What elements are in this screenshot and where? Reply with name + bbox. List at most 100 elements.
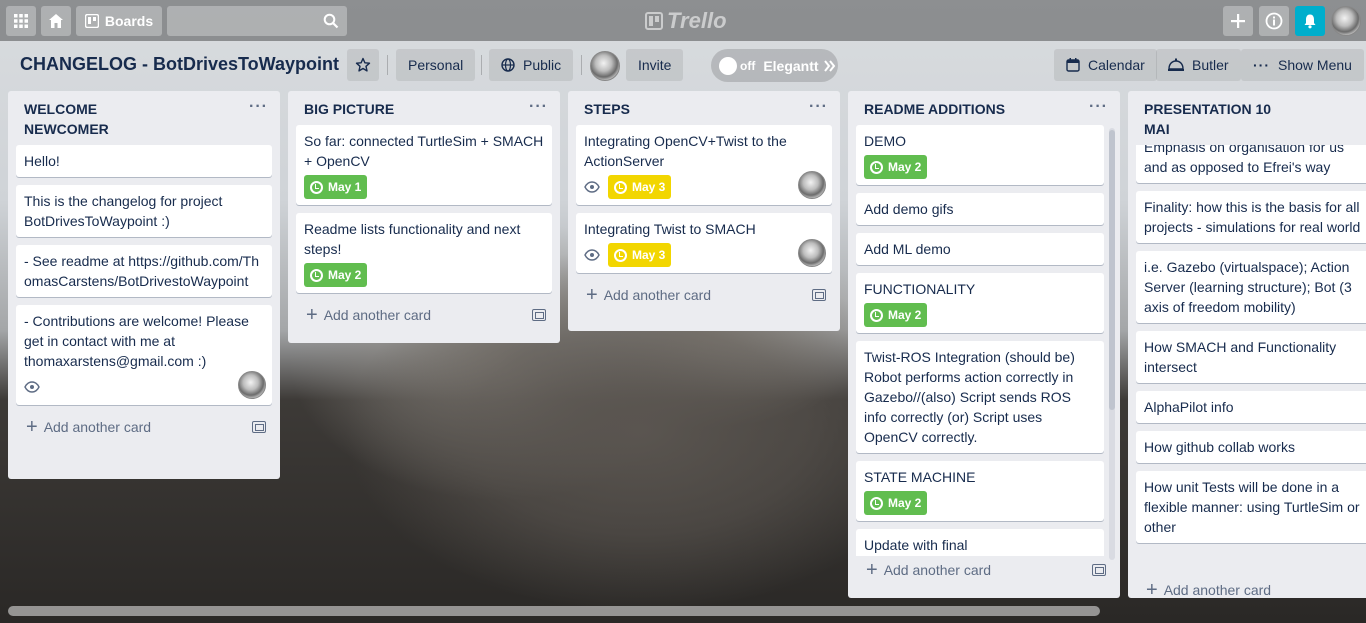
card[interactable]: FUNCTIONALITY May 2: [856, 273, 1104, 333]
card-member-avatar[interactable]: [798, 239, 826, 267]
list-menu-icon[interactable]: ···: [809, 97, 828, 117]
card[interactable]: Twist-ROS Integration (should be) Robot …: [856, 341, 1104, 453]
card[interactable]: DEMO May 2: [856, 125, 1104, 185]
card[interactable]: Finality: how this is the basis for all …: [1136, 191, 1366, 243]
list-menu-icon[interactable]: ···: [529, 97, 548, 117]
card[interactable]: AlphaPilot info: [1136, 391, 1366, 423]
privacy-button[interactable]: Public: [489, 49, 574, 81]
board-title[interactable]: CHANGELOG - BotDrivesToWaypoint: [20, 54, 339, 75]
member-avatar[interactable]: [590, 51, 620, 81]
calendar-icon: [1066, 58, 1080, 72]
toggle-knob: [719, 56, 737, 75]
card-template-icon[interactable]: [1092, 564, 1106, 576]
card[interactable]: Hello!: [16, 145, 272, 177]
create-button[interactable]: [1223, 6, 1253, 36]
list-scrollbar-thumb[interactable]: [1109, 130, 1115, 410]
add-card-button[interactable]: + Add another card: [306, 305, 431, 325]
invite-button[interactable]: Invite: [626, 49, 684, 81]
elegantt-toggle[interactable]: off Elegantt: [711, 49, 838, 82]
home-button[interactable]: [41, 6, 71, 36]
card-title: This is the changelog for project BotDri…: [24, 193, 223, 229]
card[interactable]: So far: connected TurtleSim + SMACH + Op…: [296, 125, 552, 205]
card[interactable]: Readme lists functionality and next step…: [296, 213, 552, 293]
card[interactable]: - Contributions are welcome! Please get …: [16, 305, 272, 405]
due-date-badge[interactable]: May 2: [864, 303, 928, 327]
card-title: Update with final: [864, 537, 968, 553]
card[interactable]: Emphasis on organisation for us and as o…: [1136, 145, 1366, 183]
list-header[interactable]: WELCOME NEWCOMER ···: [8, 91, 280, 145]
team-visibility-button[interactable]: Personal: [396, 49, 476, 81]
due-date-badge[interactable]: May 3: [608, 175, 672, 199]
star-button[interactable]: [347, 49, 379, 81]
card-member-avatar[interactable]: [798, 171, 826, 199]
calendar-button[interactable]: Calendar: [1054, 49, 1157, 81]
list-title[interactable]: BIG PICTURE: [304, 101, 394, 117]
due-date-label: May 2: [328, 268, 362, 282]
due-date-badge[interactable]: May 1: [304, 175, 368, 199]
card[interactable]: How github collab works: [1136, 431, 1366, 463]
list-title[interactable]: README ADDITIONS: [864, 101, 1005, 117]
search-input[interactable]: [167, 6, 347, 36]
card[interactable]: Add ML demo: [856, 233, 1104, 265]
card[interactable]: i.e. Gazebo (virtualspace); Action Serve…: [1136, 251, 1366, 323]
clock-icon: [614, 248, 627, 262]
show-menu-label: Show Menu: [1278, 57, 1352, 73]
invite-label: Invite: [638, 57, 672, 73]
due-date-badge[interactable]: May 2: [864, 491, 928, 515]
apps-button[interactable]: [6, 6, 36, 36]
clock-icon: [870, 160, 883, 174]
card[interactable]: How unit Tests will be done in a flexibl…: [1136, 471, 1366, 543]
more-icon: ···: [1253, 57, 1270, 73]
card-member-avatar[interactable]: [238, 371, 266, 399]
due-date-label: May 2: [888, 308, 922, 322]
list-footer: + Add another card: [288, 301, 560, 333]
user-avatar[interactable]: [1331, 6, 1361, 36]
add-card-button[interactable]: + Add another card: [866, 560, 991, 580]
card-title: - Contributions are welcome! Please get …: [24, 313, 249, 369]
list-header[interactable]: BIG PICTURE ···: [288, 91, 560, 125]
board-icon: [84, 14, 99, 28]
due-date-badge[interactable]: May 2: [304, 263, 368, 287]
list-presentation-10-mai: PRESENTATION 10 MAI Emphasis on organisa…: [1128, 91, 1366, 600]
board-horizontal-scrollbar[interactable]: [8, 606, 1100, 616]
card[interactable]: This is the changelog for project BotDri…: [16, 185, 272, 237]
add-card-button[interactable]: + Add another card: [1146, 580, 1271, 600]
list-title[interactable]: STEPS: [584, 101, 630, 117]
card[interactable]: Integrating Twist to SMACH May 3: [576, 213, 832, 273]
card-title: DEMO: [864, 133, 906, 149]
show-menu-button[interactable]: ··· Show Menu: [1241, 49, 1364, 81]
list-title[interactable]: PRESENTATION 10 MAI: [1144, 99, 1284, 139]
notifications-button[interactable]: [1295, 6, 1325, 36]
plus-icon: +: [586, 284, 598, 306]
card-template-icon[interactable]: [532, 309, 546, 321]
due-date-label: May 2: [888, 160, 922, 174]
clock-icon: [870, 496, 883, 510]
list-title[interactable]: WELCOME NEWCOMER: [24, 99, 114, 139]
card-title: Add ML demo: [864, 241, 951, 257]
card[interactable]: Integrating OpenCV+Twist to the ActionSe…: [576, 125, 832, 205]
list-header[interactable]: README ADDITIONS ···: [848, 91, 1120, 125]
list-menu-icon[interactable]: ···: [249, 97, 268, 117]
card[interactable]: Add demo gifs: [856, 193, 1104, 225]
add-card-label: Add another card: [603, 287, 712, 303]
globe-icon: [501, 58, 515, 72]
list-header[interactable]: PRESENTATION 10 MAI: [1128, 91, 1366, 145]
card[interactable]: Update with final: [856, 529, 1104, 556]
card-badges: May 2: [864, 155, 1096, 179]
butler-button[interactable]: Butler: [1156, 49, 1241, 81]
card[interactable]: How SMACH and Functionality intersect: [1136, 331, 1366, 383]
info-button[interactable]: [1259, 6, 1289, 36]
due-date-badge[interactable]: May 2: [864, 155, 928, 179]
list-menu-icon[interactable]: ···: [1089, 97, 1108, 117]
card[interactable]: STATE MACHINE May 2: [856, 461, 1104, 521]
due-date-badge[interactable]: May 3: [608, 243, 672, 267]
list-header[interactable]: STEPS ···: [568, 91, 840, 125]
card[interactable]: - See readme at https://github.com/Thoma…: [16, 245, 272, 297]
add-card-button[interactable]: + Add another card: [586, 284, 712, 306]
card-template-icon[interactable]: [252, 421, 266, 433]
card-template-icon[interactable]: [812, 289, 826, 301]
trello-logo[interactable]: Trello: [645, 8, 727, 34]
add-card-button[interactable]: + Add another card: [26, 417, 151, 437]
butler-icon: [1168, 58, 1184, 71]
boards-button[interactable]: Boards: [76, 6, 162, 36]
